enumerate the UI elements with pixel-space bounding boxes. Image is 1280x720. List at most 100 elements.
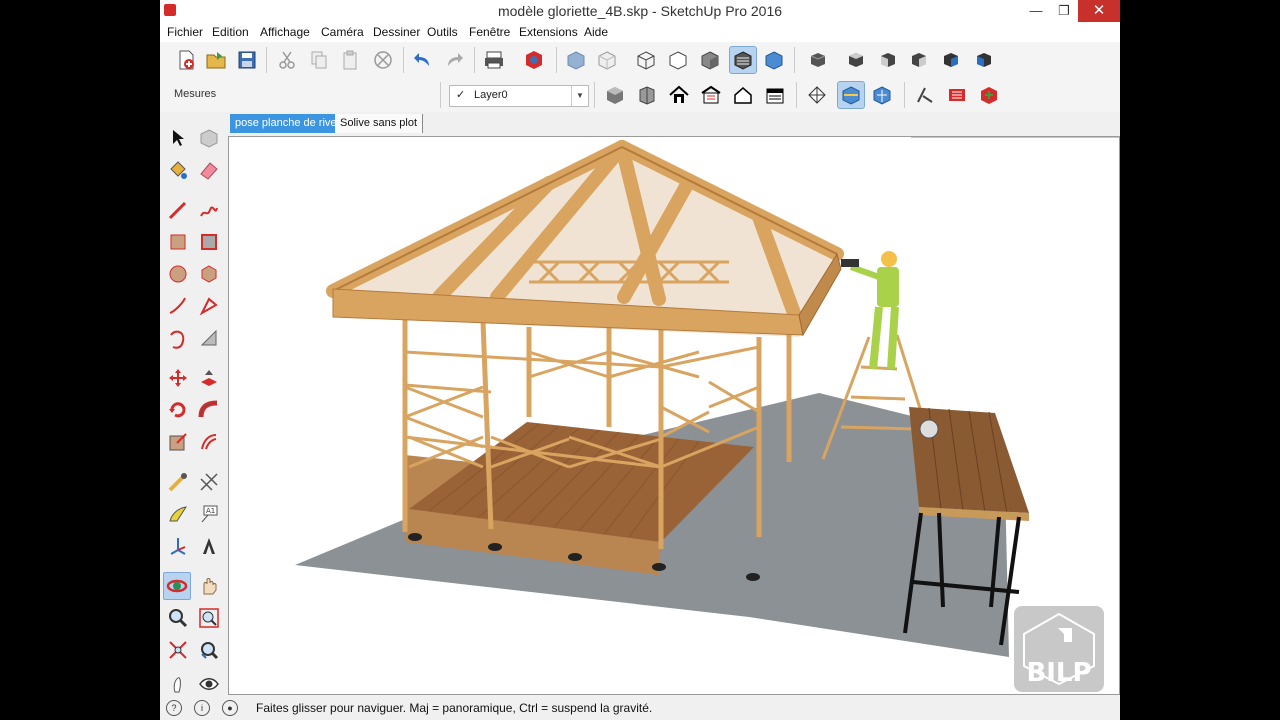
walk-icon[interactable]: [165, 671, 191, 697]
menu-fenetre[interactable]: Fenêtre: [469, 25, 510, 39]
arc-icon[interactable]: [165, 293, 191, 319]
open-folder-icon[interactable]: [203, 47, 229, 73]
left-view-icon[interactable]: [971, 47, 997, 73]
drawing-area[interactable]: [228, 136, 1120, 695]
backface-icon[interactable]: [594, 47, 620, 73]
wireframe-icon[interactable]: [633, 47, 659, 73]
tape-measure-icon[interactable]: [165, 469, 191, 495]
scale-icon[interactable]: [165, 429, 191, 455]
save-icon[interactable]: [234, 47, 260, 73]
xray-icon[interactable]: [563, 47, 589, 73]
pie-icon[interactable]: [196, 293, 222, 319]
orbit-icon[interactable]: [163, 572, 191, 600]
polygon-icon[interactable]: [196, 261, 222, 287]
push-pull-icon[interactable]: [196, 365, 222, 391]
protractor-icon[interactable]: [165, 501, 191, 527]
sketchup-window: modèle gloriette_4B.skp - SketchUp Pro 2…: [160, 0, 1120, 720]
paint-bucket-icon[interactable]: [165, 157, 191, 183]
layer-value: Layer0: [474, 89, 508, 101]
menu-extensions[interactable]: Extensions: [519, 25, 578, 39]
model-info-icon[interactable]: [521, 47, 547, 73]
section-cuts-icon[interactable]: [869, 82, 895, 108]
look-around-icon[interactable]: [196, 671, 222, 697]
geolocation-icon[interactable]: i: [194, 700, 210, 716]
redo-icon[interactable]: [441, 47, 467, 73]
axes-icon[interactable]: [165, 533, 191, 559]
rotated-rectangle-icon[interactable]: [196, 229, 222, 255]
layer-check-icon: ✓: [456, 89, 466, 101]
hidden-line-icon[interactable]: [665, 47, 691, 73]
menu-bar: Fichier Edition Affichage Caméra Dessine…: [160, 22, 1120, 42]
sandbox-icon[interactable]: [912, 82, 938, 108]
chevron-down-icon[interactable]: ▼: [571, 86, 588, 106]
menu-aide[interactable]: Aide: [584, 25, 608, 39]
extension-icon[interactable]: [976, 82, 1002, 108]
pencil-line-icon[interactable]: [165, 197, 191, 223]
close-button[interactable]: ✕: [1078, 0, 1120, 22]
bilp-text: BILP: [1026, 658, 1092, 688]
user-icon[interactable]: ●: [222, 700, 238, 716]
circle-icon[interactable]: [165, 261, 191, 287]
rectangle-icon[interactable]: [165, 229, 191, 255]
right-view-icon[interactable]: [906, 47, 932, 73]
shaded-texture-icon[interactable]: [729, 46, 757, 74]
arc-3pt-icon[interactable]: [165, 325, 191, 351]
layer-select[interactable]: ✓ Layer0 ▼: [449, 85, 589, 107]
scene-tab-active[interactable]: pose planche de rive: [230, 114, 342, 133]
text-icon[interactable]: A1: [196, 501, 222, 527]
menu-affichage[interactable]: Affichage: [260, 25, 310, 39]
cut-icon[interactable]: [274, 47, 300, 73]
gazebo-model: [295, 137, 1119, 657]
erase-icon[interactable]: [370, 47, 396, 73]
undo-icon[interactable]: [410, 47, 436, 73]
zoom-window-icon[interactable]: [196, 605, 222, 631]
scene-tab[interactable]: Solive sans plot: [335, 114, 424, 133]
paste-icon[interactable]: [337, 47, 363, 73]
info-icon[interactable]: ?: [166, 700, 182, 716]
dimension-icon[interactable]: [196, 469, 222, 495]
menu-camera[interactable]: Caméra: [321, 25, 364, 39]
print-icon[interactable]: [481, 47, 507, 73]
monochrome-icon[interactable]: [761, 47, 787, 73]
freehand-icon[interactable]: [196, 197, 222, 223]
maximize-button[interactable]: ❐: [1050, 0, 1078, 22]
front-view-icon[interactable]: [875, 47, 901, 73]
zoom-icon[interactable]: [165, 605, 191, 631]
zoom-extents-icon[interactable]: [165, 637, 191, 663]
status-message: Faites glisser pour naviguer. Maj = pano…: [256, 701, 653, 715]
menu-fichier[interactable]: Fichier: [167, 25, 203, 39]
house-outline-icon[interactable]: [730, 82, 756, 108]
hammer-icon[interactable]: [944, 82, 970, 108]
main-toolbar: [160, 42, 1120, 79]
offset-icon[interactable]: [196, 429, 222, 455]
warehouse-box-icon[interactable]: [634, 82, 660, 108]
display-sections-icon[interactable]: [837, 81, 865, 109]
eraser-icon[interactable]: [196, 157, 222, 183]
rotate-icon[interactable]: [165, 397, 191, 423]
make-component-icon[interactable]: [602, 82, 628, 108]
top-view-icon[interactable]: [843, 47, 869, 73]
move-icon[interactable]: [165, 365, 191, 391]
3d-text-icon[interactable]: [196, 533, 222, 559]
section-plane-icon[interactable]: [804, 82, 830, 108]
menu-outils[interactable]: Outils: [427, 25, 458, 39]
house-icon[interactable]: [666, 82, 692, 108]
shaded-icon[interactable]: [697, 47, 723, 73]
component-icon[interactable]: [196, 125, 222, 151]
warehouse-share-icon[interactable]: [698, 82, 724, 108]
status-bar: ? i ● Faites glisser pour naviguer. Maj …: [160, 696, 1120, 720]
garage-icon[interactable]: [762, 82, 788, 108]
new-file-icon[interactable]: [173, 47, 199, 73]
back-view-icon[interactable]: [938, 47, 964, 73]
worker: [841, 251, 899, 370]
select-icon[interactable]: [165, 125, 191, 151]
pan-icon[interactable]: [196, 573, 222, 599]
follow-me-icon[interactable]: [196, 397, 222, 423]
copy-icon[interactable]: [306, 47, 332, 73]
arc-2pt-icon[interactable]: [196, 325, 222, 351]
previous-view-icon[interactable]: [196, 637, 222, 663]
iso-view-icon[interactable]: [805, 47, 831, 73]
menu-edition[interactable]: Edition: [212, 25, 249, 39]
menu-dessiner[interactable]: Dessiner: [373, 25, 420, 39]
minimize-button[interactable]: —: [1022, 0, 1050, 22]
